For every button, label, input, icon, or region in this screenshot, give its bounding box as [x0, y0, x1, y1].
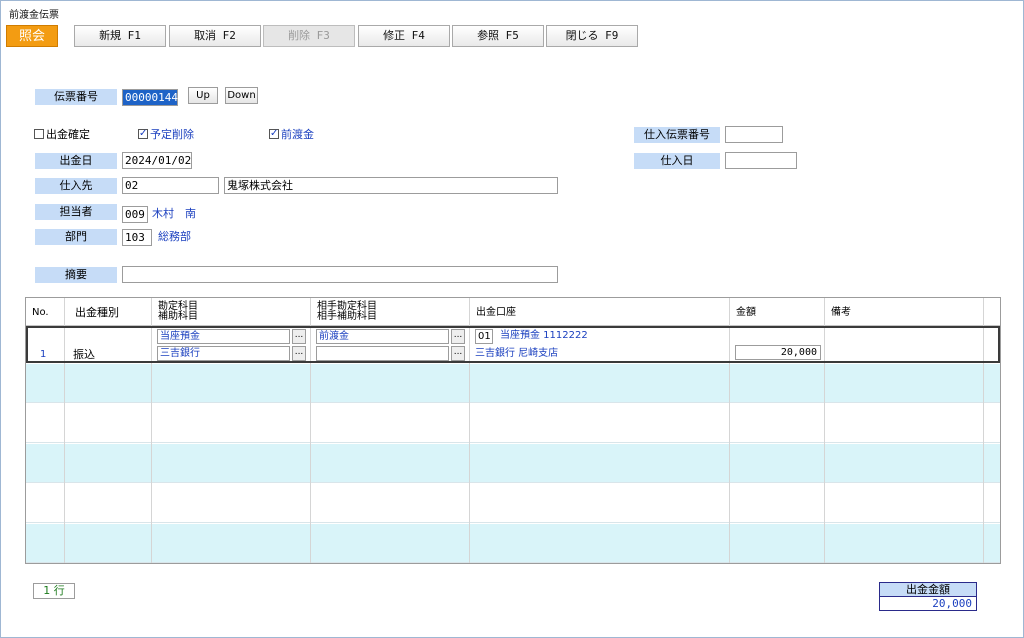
reference-button[interactable]: 参照 F5 — [452, 25, 544, 47]
account-field[interactable]: 当座預金 — [157, 329, 290, 344]
amount-field[interactable]: 20,000 — [735, 345, 821, 360]
planned-delete-checkbox[interactable]: 予定削除 — [138, 127, 194, 142]
dept-label: 部門 — [35, 229, 117, 245]
table-row[interactable] — [26, 524, 1000, 563]
total-value: 20,000 — [879, 597, 977, 611]
supplier-name-field[interactable]: 鬼塚株式会社 — [224, 177, 558, 194]
payment-date-field[interactable]: 2024/01/02 — [122, 152, 192, 169]
row-type: 振込 — [73, 348, 95, 361]
counter-sub-account-lookup-button[interactable]: ... — [451, 346, 465, 361]
total-label: 出金金額 — [879, 582, 977, 597]
account-lookup-button[interactable]: ... — [292, 329, 306, 344]
up-button[interactable]: Up — [188, 87, 218, 104]
purchase-date-label: 仕入日 — [634, 153, 720, 169]
purchase-slip-field[interactable] — [725, 126, 783, 143]
supplier-code-field[interactable]: 02 — [122, 177, 219, 194]
down-button[interactable]: Down — [225, 87, 258, 104]
table-row-selected[interactable]: 1 振込 当座預金 ... 三吉銀行 ... 前渡金 ... ... 01 当座… — [26, 326, 1000, 363]
row-count-badge: 1 行 — [33, 583, 75, 599]
header-counter: 相手勘定科目 相手補助科目 — [311, 298, 470, 326]
table-row[interactable] — [26, 444, 1000, 483]
staff-label: 担当者 — [35, 204, 117, 220]
bank-line2: 三吉銀行 尼崎支店 — [475, 348, 559, 359]
counter-account-field[interactable]: 前渡金 — [316, 329, 449, 344]
new-button[interactable]: 新規 F1 — [74, 25, 166, 47]
close-button[interactable]: 閉じる F9 — [546, 25, 638, 47]
title-bar: 前渡金伝票 — [1, 1, 1023, 23]
memo-label: 摘要 — [35, 267, 117, 283]
memo-field[interactable] — [122, 266, 558, 283]
bank-line1: 当座預金 1112222 — [500, 330, 588, 341]
checkbox-unchecked-icon — [34, 129, 44, 139]
counter-account-lookup-button[interactable]: ... — [451, 329, 465, 344]
table-row[interactable] — [26, 484, 1000, 523]
header-amount: 金額 — [730, 298, 825, 326]
header-account: 勘定科目 補助科目 — [152, 298, 311, 326]
slip-no-field[interactable]: 00000144 — [122, 89, 178, 106]
bank-code-field[interactable]: 01 — [475, 329, 493, 344]
staff-code-field[interactable]: 009 — [122, 206, 148, 223]
table-row[interactable] — [26, 364, 1000, 403]
detail-grid: No. 出金種別 勘定科目 補助科目 相手勘定科目 相手補助科目 出金口座 金額 備… — [25, 297, 1001, 564]
supplier-label: 仕入先 — [35, 178, 117, 194]
purchase-date-field[interactable] — [725, 152, 797, 169]
header-type: 出金種別 — [65, 298, 152, 326]
header-bank: 出金口座 — [470, 298, 730, 326]
slip-no-label: 伝票番号 — [35, 89, 117, 105]
advance-checkbox[interactable]: 前渡金 — [269, 127, 314, 142]
grid-header: No. 出金種別 勘定科目 補助科目 相手勘定科目 相手補助科目 出金口座 金額 備… — [26, 298, 1000, 326]
mode-badge: 照会 — [6, 25, 58, 47]
edit-button[interactable]: 修正 F4 — [358, 25, 450, 47]
dept-code-field[interactable]: 103 — [122, 229, 152, 246]
purchase-slip-label: 仕入伝票番号 — [634, 127, 720, 143]
checkbox-checked-icon — [138, 127, 148, 141]
row-no: 1 — [40, 349, 47, 360]
payment-confirmed-checkbox[interactable]: 出金確定 — [34, 128, 90, 142]
payment-date-label: 出金日 — [35, 153, 117, 169]
payment-confirmed-label: 出金確定 — [46, 128, 90, 141]
planned-delete-label: 予定削除 — [150, 128, 194, 141]
staff-name: 木村 南 — [152, 207, 196, 220]
header-note: 備考 — [825, 298, 984, 326]
toolbar: 照会 新規 F1 取消 F2 削除 F3 修正 F4 参照 F5 閉じる F9 — [1, 23, 1023, 49]
cancel-button[interactable]: 取消 F2 — [169, 25, 261, 47]
sub-account-lookup-button[interactable]: ... — [292, 346, 306, 361]
header-no: No. — [26, 298, 65, 326]
dept-name: 総務部 — [158, 230, 191, 243]
delete-button[interactable]: 削除 F3 — [263, 25, 355, 47]
counter-sub-account-field[interactable] — [316, 346, 449, 361]
advance-label: 前渡金 — [281, 128, 314, 141]
table-row[interactable] — [26, 404, 1000, 443]
window-title: 前渡金伝票 — [9, 10, 59, 21]
checkbox-checked-icon — [269, 127, 279, 141]
app-window: 前渡金伝票 照会 新規 F1 取消 F2 削除 F3 修正 F4 参照 F5 閉… — [0, 0, 1024, 638]
sub-account-field[interactable]: 三吉銀行 — [157, 346, 290, 361]
